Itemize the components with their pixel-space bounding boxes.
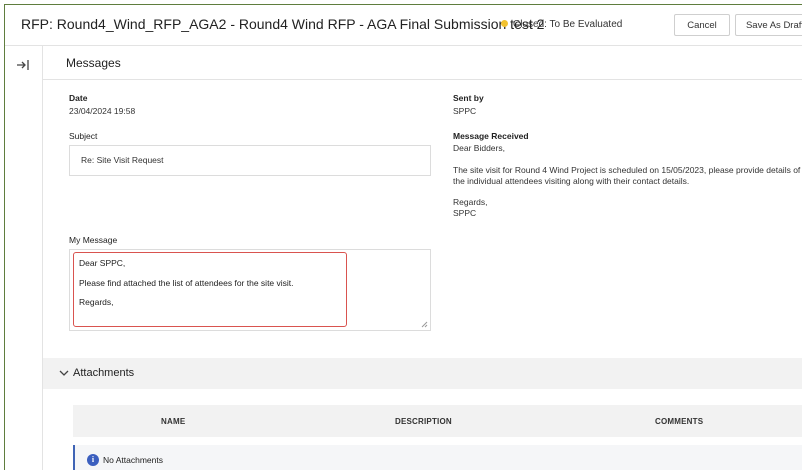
subject-value: Re: Site Visit Request [81,155,164,165]
received-line: Regards, [453,197,488,207]
cancel-button[interactable]: Cancel [674,14,730,36]
my-message-line: Regards, [79,297,114,307]
status-text: Closed: To Be Evaluated [513,19,623,30]
messages-section-header: Messages [43,46,802,80]
column-comments[interactable]: COMMENTS [655,417,703,426]
received-line: The site visit for Round 4 Wind Project … [453,165,801,175]
my-message-line: Dear SPPC, [79,258,126,268]
collapse-right-icon[interactable] [16,58,30,72]
my-message-line: Please find attached the list of attende… [79,278,294,288]
column-name[interactable]: NAME [161,417,185,426]
status-dot-icon [501,19,508,27]
info-icon: i [87,454,99,466]
status-badge: Closed: To Be Evaluated [501,19,622,30]
message-received-label: Message Received [453,131,529,141]
sent-by-label: Sent by [453,93,484,103]
my-message-textarea[interactable]: Dear SPPC, Please find attached the list… [69,249,431,331]
sent-by-value: SPPC [453,106,477,116]
attachments-table-header: NAME DESCRIPTION COMMENTS [73,405,802,437]
received-line: the individual attendees visiting along … [453,176,690,186]
no-attachments-text: No Attachments [103,455,164,465]
page-header: RFP: Round4_Wind_RFP_AGA2 - Round4 Wind … [5,5,802,46]
sidebar [5,46,43,470]
chevron-down-icon [59,370,69,376]
page-title: RFP: Round4_Wind_RFP_AGA2 - Round4 Wind … [21,16,545,32]
save-as-draft-button[interactable]: Save As Draft [735,14,802,36]
attachments-section-toggle[interactable]: Attachments [43,358,802,389]
my-message-label: My Message [69,235,118,245]
app-window: RFP: Round4_Wind_RFP_AGA2 - Round4 Wind … [4,4,802,470]
received-line: SPPC [453,208,477,218]
date-value: 23/04/2024 19:58 [69,106,136,116]
subject-field[interactable]: Re: Site Visit Request [69,145,431,176]
date-label: Date [69,93,88,103]
column-description[interactable]: DESCRIPTION [395,417,452,426]
attachments-title: Attachments [73,367,135,379]
subject-label: Subject [69,131,98,141]
empty-attachments-notice: i No Attachments [73,445,802,470]
resize-grip-icon[interactable] [421,321,428,328]
received-line: Dear Bidders, [453,143,505,153]
section-title: Messages [66,56,121,70]
